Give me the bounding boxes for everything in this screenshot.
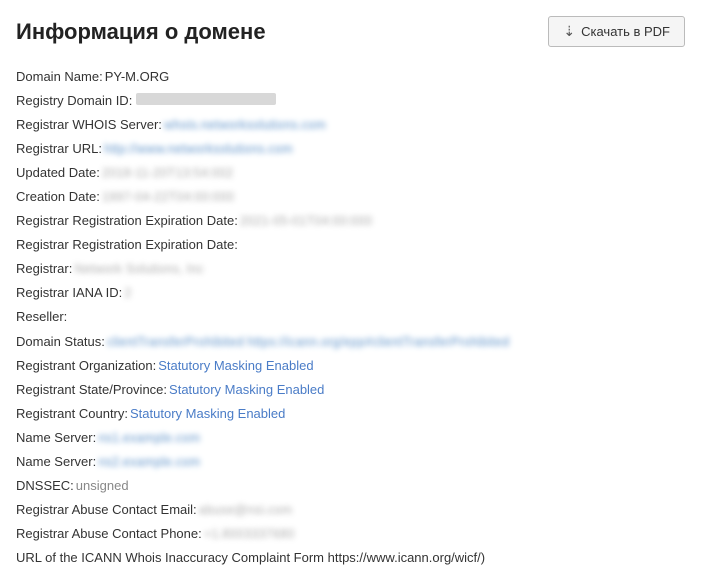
field-label: Registrar Registration Expiration Date: <box>16 209 238 233</box>
field-label: Registrant Organization: <box>16 354 156 378</box>
field-label: Reseller: <box>16 305 67 329</box>
field-value: +1.8003337680 <box>204 522 295 546</box>
field-value-link[interactable]: whois.networksolutions.com <box>164 113 326 137</box>
download-icon: ⇣ <box>563 23 575 40</box>
table-row: Updated Date: 2018-11-20T13:54:002 <box>16 161 685 185</box>
table-row: Name Server: ns2.example.com <box>16 450 685 474</box>
field-label: Registrant Country: <box>16 402 128 426</box>
table-row: Reseller: <box>16 305 685 329</box>
field-value-link[interactable]: Statutory Masking Enabled <box>130 402 285 426</box>
field-value-link[interactable]: ns1.example.com <box>98 426 200 450</box>
page-header: Информация о домене ⇣ Скачать в PDF <box>16 16 685 47</box>
table-row: Registrar WHOIS Server: whois.networksol… <box>16 113 685 137</box>
table-row: URL of the ICANN Whois Inaccuracy Compla… <box>16 546 685 570</box>
table-row: Domain Status: clientTransferProhibited … <box>16 330 685 354</box>
page-title: Информация о домене <box>16 19 266 45</box>
table-row: DNSSEC: unsigned <box>16 474 685 498</box>
field-label: Registrar WHOIS Server: <box>16 113 162 137</box>
field-value: Network Solutions, Inc <box>74 257 203 281</box>
field-value: PY-M.ORG <box>105 65 170 89</box>
field-label: Registrar Abuse Contact Phone: <box>16 522 202 546</box>
field-label: Registrant State/Province: <box>16 378 167 402</box>
table-row: Registrar Registration Expiration Date: … <box>16 209 685 233</box>
field-value: unsigned <box>76 474 129 498</box>
table-row: Name Server: ns1.example.com <box>16 426 685 450</box>
field-label: Creation Date: <box>16 185 100 209</box>
field-value-link[interactable]: http://www.networksolutions.com <box>104 137 293 161</box>
table-row: Registrar URL: http://www.networksolutio… <box>16 137 685 161</box>
field-label: Updated Date: <box>16 161 100 185</box>
field-value-link[interactable]: Statutory Masking Enabled <box>169 378 324 402</box>
field-value: 2018-11-20T13:54:002 <box>102 161 233 185</box>
table-row: Registrar Abuse Contact Phone: +1.800333… <box>16 522 685 546</box>
field-label: Name Server: <box>16 450 96 474</box>
field-value-link[interactable]: Statutory Masking Enabled <box>158 354 313 378</box>
field-value-link[interactable]: ns2.example.com <box>98 450 200 474</box>
field-label: Registrar Abuse Contact Email: <box>16 498 197 522</box>
field-value: 2 <box>124 281 131 305</box>
field-label: Domain Status: <box>16 330 105 354</box>
field-value: 1997-04-22T04:00:000 <box>102 185 234 209</box>
field-label: Name Server: <box>16 426 96 450</box>
field-value-link[interactable]: clientTransferProhibited https://icann.o… <box>107 330 509 354</box>
field-label: URL of the ICANN Whois Inaccuracy Compla… <box>16 546 485 570</box>
table-row: Registrar Registration Expiration Date: <box>16 233 685 257</box>
table-row: Creation Date: 1997-04-22T04:00:000 <box>16 185 685 209</box>
field-label: Domain Name: <box>16 65 103 89</box>
field-label: Registry Domain ID: <box>16 89 132 113</box>
field-label: Registrar IANA ID: <box>16 281 122 305</box>
table-row: Registrant State/Province: Statutory Mas… <box>16 378 685 402</box>
domain-info-table: Domain Name: PY-M.ORGRegistry Domain ID:… <box>16 65 685 570</box>
table-row: Registrar: Network Solutions, Inc <box>16 257 685 281</box>
field-value: abuse@nsi.com <box>199 498 292 522</box>
field-label: Registrar: <box>16 257 72 281</box>
field-value: 2021-05-01T04:00:000 <box>240 209 372 233</box>
table-row: Registrant Organization: Statutory Maski… <box>16 354 685 378</box>
download-pdf-button[interactable]: ⇣ Скачать в PDF <box>548 16 685 47</box>
table-row: Domain Name: PY-M.ORG <box>16 65 685 89</box>
field-label: Registrar Registration Expiration Date: <box>16 233 238 257</box>
table-row: Registry Domain ID: <box>16 89 685 113</box>
table-row: Registrant Country: Statutory Masking En… <box>16 402 685 426</box>
table-row: Registrar IANA ID: 2 <box>16 281 685 305</box>
field-label: DNSSEC: <box>16 474 74 498</box>
download-label: Скачать в PDF <box>581 24 670 39</box>
field-value-redacted <box>136 93 276 105</box>
field-label: Registrar URL: <box>16 137 102 161</box>
table-row: Registrar Abuse Contact Email: abuse@nsi… <box>16 498 685 522</box>
